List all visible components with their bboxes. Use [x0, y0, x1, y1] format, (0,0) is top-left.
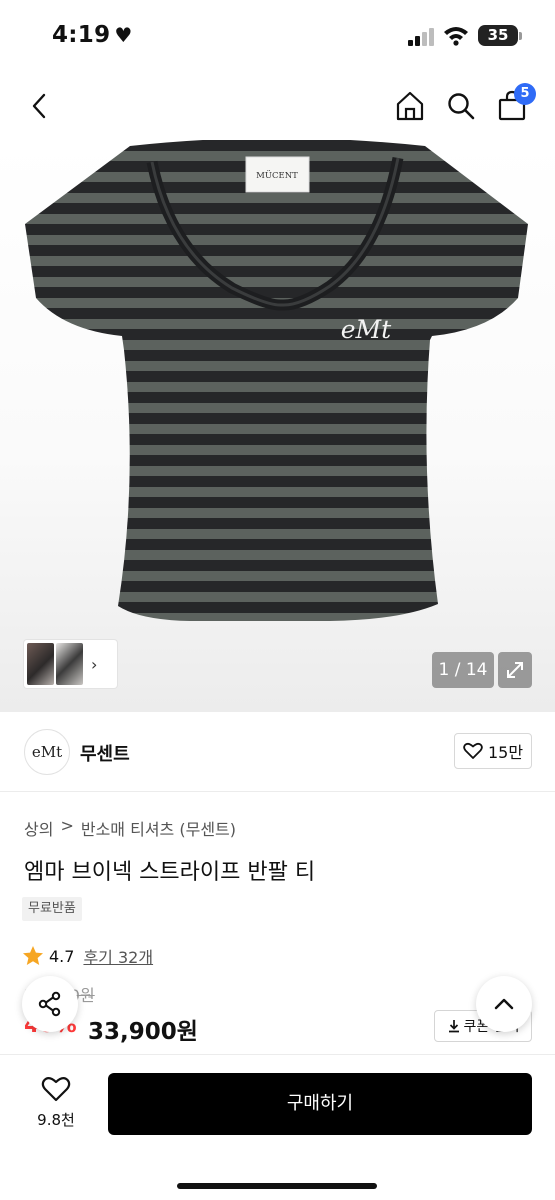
home-button[interactable]	[388, 84, 432, 128]
product-label-text: MÜCENT	[256, 169, 298, 181]
star-icon	[23, 946, 43, 965]
review-link[interactable]: 후기 32개	[83, 944, 153, 968]
home-indicator	[177, 1183, 377, 1189]
chevron-up-icon	[494, 998, 514, 1010]
product-title: 엠마 브이넥 스트라이프 반팔 티	[24, 860, 316, 885]
battery-indicator: 35	[478, 25, 518, 46]
brand-name[interactable]: 무센트	[80, 740, 130, 766]
brand-like-button[interactable]: 15만	[454, 733, 532, 769]
heart-icon	[41, 1077, 71, 1102]
back-arrow-icon	[32, 93, 46, 119]
heart-icon: ♥	[114, 23, 133, 47]
breadcrumb-category[interactable]: 상의	[24, 816, 53, 840]
chevron-right-icon: ›	[91, 654, 98, 674]
thumbnail-image[interactable]	[27, 643, 54, 685]
breadcrumb: 상의 > 반소매 티셔츠 (무센트)	[24, 816, 236, 840]
signal-icon	[408, 28, 434, 46]
wifi-icon	[444, 27, 468, 46]
thumbnail-image[interactable]	[56, 643, 83, 685]
product-logo-embroidery: eMt	[341, 315, 392, 344]
sale-price: 33,900원	[88, 1019, 198, 1045]
download-icon	[448, 1020, 459, 1033]
share-button[interactable]	[22, 976, 78, 1032]
home-icon	[396, 91, 424, 121]
breadcrumb-subcategory[interactable]: 반소매 티셔츠 (무센트)	[81, 816, 236, 840]
expand-icon	[507, 662, 523, 678]
battery-cap	[519, 32, 522, 40]
wishlist-count: 9.8천	[37, 1111, 75, 1129]
share-icon	[38, 991, 61, 1017]
wishlist-button[interactable]: 9.8천	[24, 1075, 88, 1130]
bottom-action-bar: 9.8천 구매하기	[0, 1054, 555, 1200]
rating-value: 4.7	[49, 946, 75, 966]
status-bar: 4:19 ♥ 35	[0, 0, 555, 72]
search-icon	[448, 93, 475, 120]
heart-icon	[463, 742, 483, 759]
brand-like-count: 15만	[487, 743, 524, 762]
product-image-gallery[interactable]: MÜCENT eMt › 1 / 14	[0, 140, 555, 712]
search-button[interactable]	[439, 84, 483, 128]
free-return-tag: 무료반품	[22, 897, 82, 921]
buy-button[interactable]: 구매하기	[108, 1073, 532, 1135]
status-time: 4:19 ♥	[52, 22, 133, 48]
product-photo: MÜCENT eMt	[25, 140, 528, 621]
image-counter: 1 / 14	[432, 652, 494, 688]
back-button[interactable]	[18, 84, 62, 128]
expand-image-button[interactable]	[498, 652, 532, 688]
brand-row: eMt 무센트 15만	[0, 712, 555, 792]
cart-count-badge: 5	[514, 83, 536, 105]
breadcrumb-separator: >	[60, 816, 74, 835]
cart-button[interactable]: 5	[490, 83, 536, 128]
brand-logo[interactable]: eMt	[24, 729, 70, 775]
nav-bar: 5	[0, 72, 555, 138]
rating-row: 4.7 후기 32개	[22, 944, 153, 968]
thumbnail-strip[interactable]: ›	[24, 640, 117, 688]
scroll-top-button[interactable]	[476, 976, 532, 1032]
